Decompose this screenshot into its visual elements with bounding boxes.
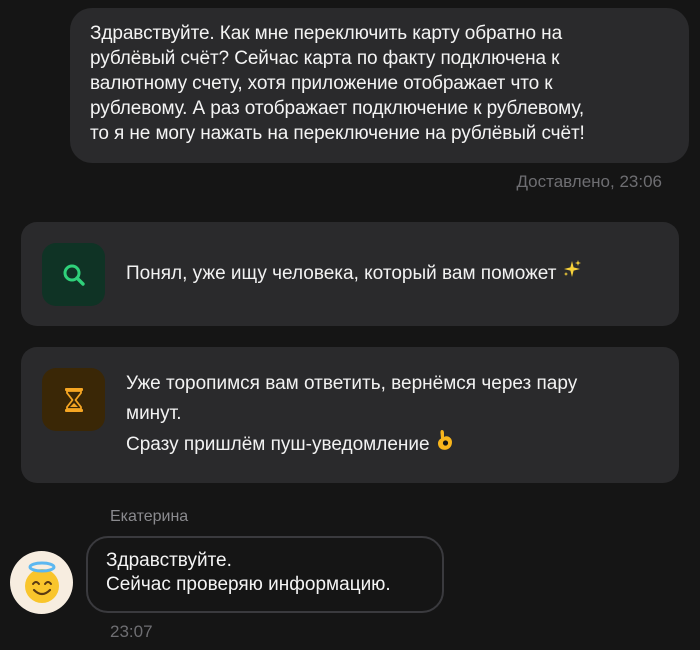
agent-name: Екатерина <box>110 508 189 525</box>
user-message-bubble[interactable]: Здравствуйте. Как мне переключить карту … <box>70 8 689 163</box>
search-card-text: Понял, уже ищу человека, который вам пом… <box>126 263 557 285</box>
chat-thread: Здравствуйте. Как мне переключить карту … <box>0 0 700 650</box>
agent-avatar[interactable] <box>10 551 73 614</box>
agent-message-line2: Сейчас проверяю информацию. <box>106 574 391 595</box>
wait-card-line2: минут. <box>126 403 182 424</box>
delivery-status: Доставлено, 23:06 <box>516 172 662 191</box>
system-card-waiting: Уже торопимся вам ответить, вернёмся чер… <box>21 347 679 483</box>
agent-message-bubble[interactable]: Здравствуйте. Сейчас проверяю информацию… <box>86 536 444 613</box>
sparkles-icon <box>562 259 582 289</box>
wait-card-line3: Сразу пришлём пуш-уведомление <box>126 434 430 456</box>
wait-card-line1: Уже торопимся вам ответить, вернёмся чер… <box>126 373 578 394</box>
smiling-face-with-halo-icon <box>24 561 59 603</box>
agent-message-line1: Здравствуйте. <box>106 550 232 571</box>
ok-hand-icon <box>436 429 454 461</box>
magnifier-icon <box>42 243 105 306</box>
user-message-text: Здравствуйте. Как мне переключить карту … <box>90 23 585 144</box>
system-card-searching: Понял, уже ищу человека, который вам пом… <box>21 222 679 326</box>
agent-message-time: 23:07 <box>110 622 153 641</box>
hourglass-icon <box>42 368 105 431</box>
